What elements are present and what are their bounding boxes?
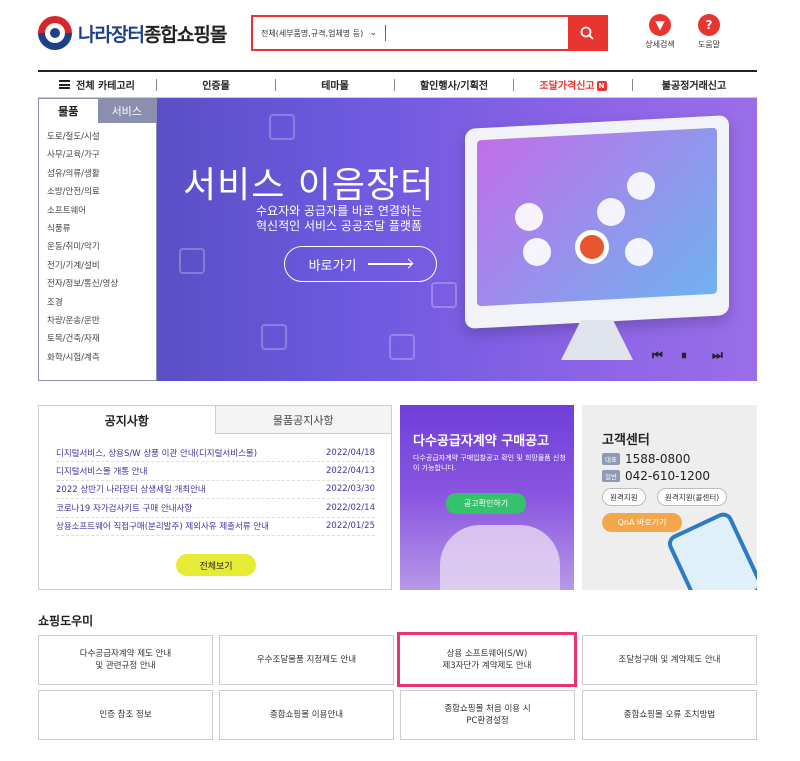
qna-button[interactable]: QnA 바로가기 (602, 513, 682, 532)
hand-writing-illustration (440, 525, 560, 590)
customer-center: 고객센터 대표 1588-0800 일반 042-610-1200 원격지원 원… (582, 405, 757, 590)
category-item[interactable]: 도로/철도/시설 (47, 128, 156, 146)
phone-number: 042-610-1200 (624, 469, 710, 483)
logo-emblem (38, 16, 72, 50)
search-scope-label: 전체(세부품명,규격,업체명 등) (261, 28, 364, 38)
chevron-down-icon: ⌄ (369, 28, 377, 38)
search-button[interactable] (568, 17, 606, 49)
coin-icon (261, 324, 287, 350)
notice-row[interactable]: 코로나19 자가검사키트 구매 안내사항 2022/02/14 (56, 499, 375, 518)
filter-icon: ▼ (649, 14, 671, 36)
nav-item-cert-mall[interactable]: 인증몰 (157, 77, 275, 92)
category-item[interactable]: 토목/건축/자재 (47, 330, 156, 348)
category-item[interactable]: 전자/정보/통신/영상 (47, 275, 156, 293)
category-item[interactable]: 소프트웨어 (47, 202, 156, 220)
handshake-icon (179, 248, 205, 274)
tab-notice[interactable]: 공지사항 (39, 406, 215, 434)
category-list: 도로/철도/시설 사무/교육/가구 섬유/의류/생활 소방/안전/의료 소프트웨… (39, 123, 156, 367)
all-categories-button[interactable]: 전체 카테고리 (38, 77, 156, 92)
help-link-cert-info[interactable]: 인증 참조 정보 (38, 690, 213, 740)
lightbulb-icon (625, 238, 653, 266)
category-item[interactable]: 전기/기계/설비 (47, 257, 156, 275)
lightbulb-icon (627, 172, 655, 200)
category-item[interactable]: 사무/교육/가구 (47, 146, 156, 164)
promo-title: 다수공급자계약 구매공고 (413, 434, 550, 449)
promo-description: 다수공급자계약 구매입찰공고 확인 및 희망물품 신청이 가능합니다. (413, 454, 566, 472)
banner-go-button[interactable]: 바로가기 (284, 246, 437, 282)
shopping-help-title: 쇼핑도우미 (38, 614, 94, 628)
view-all-button[interactable]: 전체보기 (176, 554, 256, 576)
category-item[interactable]: 소방/안전/의료 (47, 183, 156, 201)
help-button[interactable]: ? 도움말 (689, 14, 729, 50)
monitor-illustration (465, 115, 729, 329)
help-link-procurement-system[interactable]: 조달청구매 및 계약제도 안내 (582, 635, 757, 685)
help-link-error-fix[interactable]: 종합쇼핑몰 오류 조치방법 (582, 690, 757, 740)
help-link-mas-contract[interactable]: 다수공급자계약 제도 안내 및 관련규정 안내 (38, 635, 213, 685)
prev-icon[interactable]: ⏮ (652, 348, 663, 363)
remote-support-button[interactable]: 원격지원 (602, 488, 646, 506)
globe-icon (597, 198, 625, 226)
notice-row[interactable]: 디지털서비스, 상용S/W 상품 이관 안내(디지털서비스몰) 2022/04/1… (56, 444, 375, 463)
logo-text: 나라장터종합쇼핑몰 (78, 23, 227, 46)
category-item[interactable]: 화학/시험/계측 (47, 349, 156, 367)
category-item[interactable]: 차량/운송/운반 (47, 312, 156, 330)
new-badge: N (596, 81, 607, 91)
next-icon[interactable]: ⏭ (712, 348, 723, 363)
cs-title: 고객센터 (602, 433, 650, 448)
site-logo[interactable]: 나라장터종합쇼핑몰 (38, 14, 238, 52)
category-item[interactable]: 식품류 (47, 220, 156, 238)
pause-icon[interactable]: ⏸ (681, 348, 687, 363)
help-icon: ? (698, 14, 720, 36)
category-panel: 물품 서비스 도로/철도/시설 사무/교육/가구 섬유/의류/생활 소방/안전/… (38, 98, 157, 381)
target-icon (575, 230, 609, 264)
nav-item-theme-mall[interactable]: 테마몰 (276, 77, 394, 92)
document-icon (389, 334, 415, 360)
search-input[interactable] (386, 17, 568, 49)
bid-notice-promo[interactable]: 다수공급자계약 구매공고 다수공급자계약 구매입찰공고 확인 및 희망물품 신청… (400, 405, 574, 590)
chart-icon (523, 238, 551, 266)
help-link-usage-guide[interactable]: 종합쇼핑몰 이용안내 (219, 690, 394, 740)
main-nav: 전체 카테고리 인증몰 테마몰 할인행사/기획전 조달가격신고 N 불공정거래신고 (38, 70, 757, 98)
gear-icon (515, 203, 543, 231)
arrow-right-icon (368, 263, 413, 265)
banner-subtitle: 수요자와 공급자를 바로 연결하는 혁신적인 서비스 공공조달 플랫폼 (255, 204, 422, 233)
phone-number: 1588-0800 (624, 452, 691, 466)
notice-row[interactable]: 디지털서비스몰 개통 안내 2022/04/13 (56, 462, 375, 481)
notice-row[interactable]: 상용소프트웨어 직접구매(분리발주) 제외사유 제출서류 안내 2022/01/2… (56, 518, 375, 536)
banner-title: 서비스 이음장터 (183, 165, 435, 206)
main-banner[interactable]: 서비스 이음장터 수요자와 공급자를 바로 연결하는 혁신적인 서비스 공공조달… (157, 98, 757, 381)
globe-icon (431, 282, 457, 308)
help-link-pc-setup[interactable]: 종합쇼핑몰 처음 이용 시 PC환경설정 (400, 690, 575, 740)
search-bar: 전체(세부품명,규격,업체명 등) ⌄ (251, 15, 608, 51)
category-item[interactable]: 조경 (47, 294, 156, 312)
tab-services[interactable]: 서비스 (97, 99, 156, 123)
person-card-icon (269, 114, 295, 140)
nav-item-unfair-trade-report[interactable]: 불공정거래신고 (633, 77, 755, 92)
search-scope-select[interactable]: 전체(세부품명,규격,업체명 등) ⌄ (253, 28, 385, 39)
nav-item-price-report[interactable]: 조달가격신고 N (514, 77, 632, 92)
tab-goods-notice[interactable]: 물품공지사항 (214, 406, 391, 434)
menu-icon (59, 80, 71, 89)
check-notice-button[interactable]: 공고확인하기 (446, 493, 526, 514)
remote-support-callcenter-button[interactable]: 원격지원(콜센터) (657, 488, 728, 506)
tab-goods[interactable]: 물품 (39, 99, 98, 123)
cs-tag: 일반 (602, 470, 620, 482)
search-icon (580, 26, 594, 40)
nav-item-sales-events[interactable]: 할인행사/기획전 (395, 77, 513, 92)
help-link-excellent-products[interactable]: 우수조달물품 지정제도 안내 (219, 635, 394, 685)
detail-search-button[interactable]: ▼ 상세검색 (640, 14, 680, 50)
cs-tag: 대표 (602, 453, 620, 465)
category-item[interactable]: 섬유/의류/생활 (47, 165, 156, 183)
help-link-commercial-sw[interactable]: 상용 소프트웨어(S/W) 제3자단가 계약제도 안내 (397, 632, 577, 687)
category-item[interactable]: 운동/취미/악기 (47, 238, 156, 256)
notice-row[interactable]: 2022 상반기 나라장터 상생세일 개최안내 2022/03/30 (56, 481, 375, 500)
notice-panel: 공지사항 물품공지사항 디지털서비스, 상용S/W 상품 이관 안내(디지털서비… (38, 405, 392, 590)
